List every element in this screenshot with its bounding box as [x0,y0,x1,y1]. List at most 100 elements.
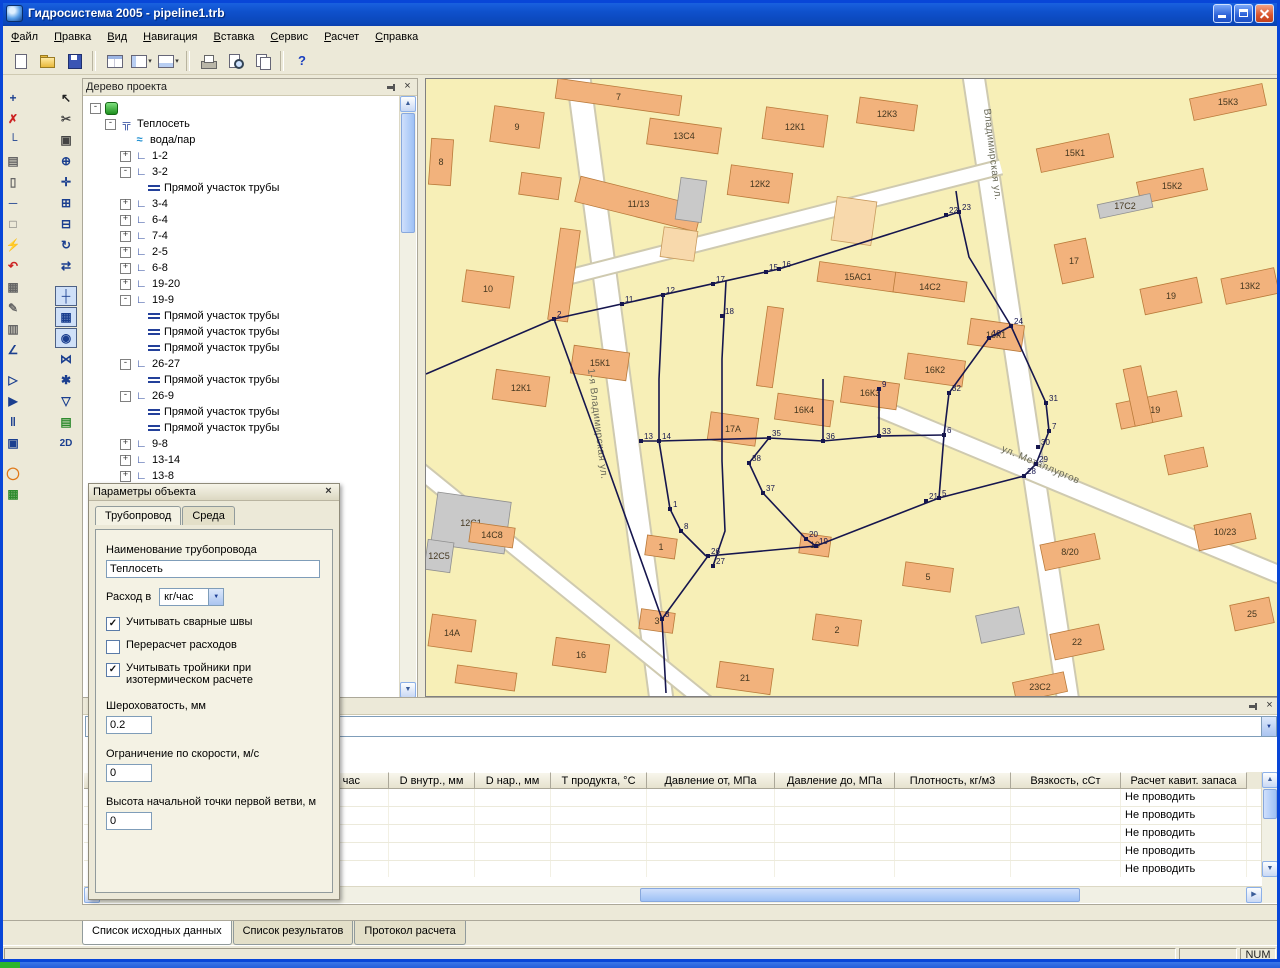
grid-vertical-scrollbar[interactable]: ▲ ▼ [1261,772,1278,877]
menu-item[interactable]: Файл [3,28,46,46]
minimize-button[interactable] [1213,3,1232,23]
tree-panel-toggle-button[interactable]: ▾ [128,48,154,74]
select-tool[interactable]: ↖ [55,88,77,108]
tree-expander[interactable]: + [120,454,131,466]
flow-unit-combobox[interactable]: кг/час ▼ [159,588,225,606]
close-button[interactable] [1255,3,1274,23]
column-header[interactable]: Расчет кавит. запаса [1121,772,1247,789]
tree-scrollbar[interactable]: ▲ ▼ [399,96,416,698]
menu-item[interactable]: Сервис [262,28,316,46]
pipeline-node[interactable] [814,544,818,548]
ruler-tool[interactable]: ▯ [2,172,24,192]
tab-протокол[interactable]: Протокол расчета [354,921,466,945]
speed-limit-input[interactable] [106,764,152,782]
tree-expander[interactable]: + [120,470,131,482]
title-bar[interactable]: Гидросистема 2005 - pipeline1.trb [0,0,1280,26]
pipeline-node[interactable] [1034,462,1038,466]
tree-item[interactable]: - ∟ 3-2 [84,164,401,180]
pin-icon[interactable] [1248,701,1259,712]
tree-item[interactable]: Прямой участок трубы [84,308,401,324]
column-header[interactable]: Давление от, МПа [647,772,775,789]
roughness-input[interactable] [106,716,152,734]
pipeline-node[interactable] [764,270,768,274]
pipeline-node[interactable] [657,439,661,443]
zoom-window-tool[interactable]: ⊞ [55,193,77,213]
rotate-view-tool[interactable]: ↻ [55,235,77,255]
split-tool[interactable]: ▥ [2,319,24,339]
menu-item[interactable]: Правка [46,28,99,46]
dropdown-icon[interactable]: ▼ [1261,717,1276,736]
pipeline-node[interactable] [706,554,710,558]
tree-item[interactable]: + ∟ 9-8 [84,436,401,452]
data-panel-close-button[interactable]: × [1263,699,1276,713]
scroll-thumb[interactable] [640,888,1080,902]
column-header[interactable]: D нар., мм [475,772,551,789]
ring-tool[interactable]: ◯ [2,463,24,483]
tree-item[interactable]: - ∟ 26-27 [84,356,401,372]
tree-item[interactable]: - ╦ Теплосеть [84,116,401,132]
pan-tool[interactable]: ✛ [55,172,77,192]
grid-tool[interactable]: ▦ [2,277,24,297]
tab-список[interactable]: Список исходных данных [82,921,232,945]
save-file-button[interactable] [61,48,87,74]
column-header[interactable]: Т продукта, °С [551,772,647,789]
pipeline-name-input[interactable] [106,560,320,578]
rect-tool[interactable]: □ [2,214,24,234]
auto-route-tool[interactable]: ⚡ [2,235,24,255]
pipeline-node[interactable] [639,439,643,443]
tree-expander[interactable]: - [120,294,131,306]
data-panel-toggle-button[interactable]: ▾ [155,48,181,74]
tree-item[interactable]: + ∟ 1-2 [84,148,401,164]
open-file-button[interactable] [34,48,60,74]
pipeline-node[interactable] [660,617,664,621]
tree-expander[interactable]: - [120,166,131,178]
axes-tool[interactable]: ┼ [55,286,77,306]
tree-item[interactable]: + ∟ 19-20 [84,276,401,292]
tree-item[interactable]: Прямой участок трубы [84,404,401,420]
menu-item[interactable]: Справка [367,28,426,46]
pencil-tool[interactable]: ✎ [2,298,24,318]
stop-tool[interactable]: ▣ [2,433,24,453]
table-view-button[interactable] [101,48,127,74]
new-file-button[interactable] [7,48,33,74]
grid-snap-tool[interactable]: ▦ [55,307,77,327]
pipeline-node[interactable] [711,282,715,286]
tree-expander[interactable]: - [120,390,131,402]
start-height-input[interactable] [106,812,152,830]
pipeline-node[interactable] [711,564,715,568]
menu-item[interactable]: Вставка [206,28,263,46]
pipeline-node[interactable] [720,314,724,318]
scroll-up-button[interactable]: ▲ [400,96,416,112]
tree-item[interactable]: Прямой участок трубы [84,420,401,436]
dialog-close-button[interactable]: × [322,485,335,499]
tab-список[interactable]: Список результатов [232,921,354,945]
maximize-button[interactable] [1234,3,1253,23]
pipeline-node[interactable] [661,293,665,297]
pipeline-node[interactable] [1044,401,1048,405]
pipeline-node[interactable] [947,391,951,395]
pause-tool[interactable]: ‖ [2,412,24,432]
tree-item[interactable]: + ∟ 13-8 [84,468,401,484]
tree-item[interactable]: + ∟ 7-4 [84,228,401,244]
dialog-title-bar[interactable]: Параметры объекта × [89,484,339,501]
tree-expander[interactable]: - [105,118,116,130]
fitting-tool[interactable]: ✱ [55,370,77,390]
copy-tool[interactable]: ▣ [55,130,77,150]
map-canvas[interactable]: 7 9 8 13С4 12К1 12К3 12К2 11/13 15К3 15К1 15К2 17С2… [425,78,1280,697]
pipeline-node[interactable] [804,537,808,541]
menu-item[interactable]: Навигация [135,28,205,46]
paste-object-tool[interactable]: ▤ [2,151,24,171]
zoom-in-tool[interactable]: ⊕ [55,151,77,171]
tree-close-button[interactable]: × [401,80,414,94]
run-calculation-tool[interactable]: ▷ [2,370,24,390]
tree-item[interactable]: + ∟ 6-8 [84,260,401,276]
tree-expander[interactable]: + [120,278,131,290]
tree-item[interactable]: ≈ вода/пар [84,132,401,148]
tree-expander[interactable]: - [90,102,101,114]
pipeline-node[interactable] [877,434,881,438]
pipeline-node[interactable] [1036,445,1040,449]
help-button[interactable]: ? [289,48,315,74]
tree-item[interactable]: - [84,100,401,116]
scroll-right-button[interactable]: ▶ [1246,887,1262,903]
tree-expander[interactable]: + [120,246,131,258]
